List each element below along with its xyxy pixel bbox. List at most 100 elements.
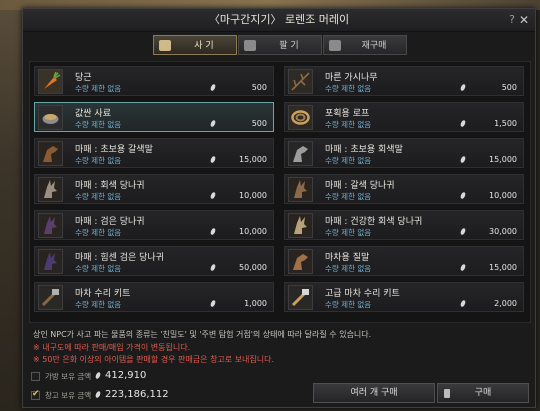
item-name: 고급 마차 수리 키트 bbox=[325, 289, 400, 299]
rope-icon bbox=[288, 105, 313, 130]
shop-window: 〈마구간지기〉 로렌조 머레이 ? ✕ 사 기 팔 기 재구매 당근 수량 제한 … bbox=[22, 8, 536, 408]
shop-tabs: 사 기 팔 기 재구매 bbox=[23, 35, 535, 59]
silver-coin-icon bbox=[459, 119, 467, 128]
item-limit: 수량 제한 없음 bbox=[75, 120, 122, 129]
item-limit: 수량 제한 없음 bbox=[75, 300, 122, 309]
window-titlebar[interactable]: 〈마구간지기〉 로렌조 머레이 ? ✕ bbox=[23, 9, 535, 32]
shop-item[interactable]: 마패 : 회색 당나귀 수량 제한 없음 10,000 bbox=[34, 174, 274, 204]
item-price: 500 bbox=[251, 119, 267, 128]
gray-donkey-icon bbox=[38, 177, 63, 202]
item-limit: 수량 제한 없음 bbox=[325, 300, 372, 309]
brown-donkey-icon bbox=[288, 177, 313, 202]
item-name: 마차용 질말 bbox=[325, 253, 370, 263]
item-price: 1,000 bbox=[244, 299, 267, 308]
shop-item[interactable]: 포획용 로프 수량 제한 없음 1,500 bbox=[284, 102, 524, 132]
buy-label: 구매 bbox=[474, 388, 492, 398]
window-title: 〈마구간지기〉 로렌조 머레이 bbox=[208, 13, 350, 26]
shop-item[interactable]: 마패 : 초보용 갈색말 수량 제한 없음 15,000 bbox=[34, 138, 274, 168]
warehouse-balance-label: 창고 보유 금액 bbox=[45, 391, 92, 400]
info-warning-durability: ※ 내구도에 따라 판매/매입 가격이 변동됩니다. bbox=[33, 343, 191, 352]
silver-coin-icon bbox=[209, 191, 217, 200]
warehouse-balance-amount: 223,186,112 bbox=[105, 389, 169, 400]
warehouse-balance-checkbox[interactable] bbox=[31, 389, 40, 400]
shop-item[interactable]: 당근 수량 제한 없음 500 bbox=[34, 66, 274, 96]
silver-coin-icon bbox=[209, 299, 217, 308]
tab-rebuy[interactable]: 재구매 bbox=[323, 35, 407, 55]
strong-black-donkey-icon bbox=[38, 249, 63, 274]
silver-coin-icon bbox=[209, 227, 217, 236]
item-price: 15,000 bbox=[489, 263, 517, 272]
item-price: 10,000 bbox=[239, 191, 267, 200]
shop-item[interactable]: 마패 : 건강한 회색 당나귀 수량 제한 없음 30,000 bbox=[284, 210, 524, 240]
item-name: 마패 : 검은 당나귀 bbox=[75, 217, 145, 227]
item-limit: 수량 제한 없음 bbox=[325, 156, 372, 165]
item-name: 마패 : 힘센 검은 당나귀 bbox=[75, 253, 164, 263]
close-icon[interactable]: ✕ bbox=[519, 9, 529, 31]
item-name: 마패 : 초보용 갈색말 bbox=[75, 145, 153, 155]
info-warning-warehouse: ※ 50만 은화 이상의 아이템을 판매할 경우 판매금은 창고로 보내집니다. bbox=[33, 355, 275, 364]
shop-item[interactable]: 마패 : 갈색 당나귀 수량 제한 없음 10,000 bbox=[284, 174, 524, 204]
silver-coin-icon bbox=[459, 155, 467, 164]
help-icon[interactable]: ? bbox=[509, 9, 515, 31]
item-price: 15,000 bbox=[239, 155, 267, 164]
tab-rebuy-label: 재구매 bbox=[361, 41, 387, 51]
wagon-horse-icon bbox=[288, 249, 313, 274]
shop-item[interactable]: 마패 : 힘센 검은 당나귀 수량 제한 없음 50,000 bbox=[34, 246, 274, 276]
tab-sell[interactable]: 팔 기 bbox=[238, 35, 322, 55]
rebuy-tab-icon bbox=[329, 40, 341, 51]
item-limit: 수량 제한 없음 bbox=[75, 156, 122, 165]
item-name: 당근 bbox=[75, 73, 92, 83]
sell-tab-icon bbox=[244, 40, 256, 51]
shop-item[interactable]: 마패 : 초보용 회색말 수량 제한 없음 15,000 bbox=[284, 138, 524, 168]
shop-item[interactable]: 마차용 질말 수량 제한 없음 15,000 bbox=[284, 246, 524, 276]
thorn-branch-icon bbox=[288, 69, 313, 94]
item-price: 10,000 bbox=[239, 227, 267, 236]
shop-item[interactable]: 마른 가시나무 수량 제한 없음 500 bbox=[284, 66, 524, 96]
shop-item[interactable]: 값싼 사료 수량 제한 없음 500 bbox=[34, 102, 274, 132]
item-limit: 수량 제한 없음 bbox=[325, 120, 372, 129]
tab-buy-label: 사 기 bbox=[194, 41, 214, 51]
buy-button[interactable]: 구매 bbox=[437, 383, 529, 403]
info-panel: 상인 NPC가 사고 파는 물품의 종류는 '친밀도' 및 '주변 탐험 거점'… bbox=[29, 327, 529, 367]
silver-coin-icon bbox=[459, 191, 467, 200]
buy-icon bbox=[444, 389, 450, 398]
item-name: 마패 : 회색 당나귀 bbox=[75, 181, 145, 191]
item-price: 500 bbox=[251, 83, 267, 92]
item-price: 1,500 bbox=[494, 119, 517, 128]
bag-balance-label: 가방 보유 금액 bbox=[45, 372, 92, 381]
carrot-icon bbox=[38, 69, 63, 94]
item-name: 마패 : 건강한 회색 당나귀 bbox=[325, 217, 423, 227]
silver-coin-icon bbox=[209, 155, 217, 164]
gray-horse-icon bbox=[288, 141, 313, 166]
black-donkey-icon bbox=[38, 213, 63, 238]
item-name: 마패 : 갈색 당나귀 bbox=[325, 181, 395, 191]
silver-coin-icon bbox=[459, 83, 467, 92]
bag-balance-checkbox[interactable] bbox=[31, 372, 40, 381]
shop-item[interactable]: 마차 수리 키트 수량 제한 없음 1,000 bbox=[34, 282, 274, 312]
item-limit: 수량 제한 없음 bbox=[325, 264, 372, 273]
item-limit: 수량 제한 없음 bbox=[75, 228, 122, 237]
silver-coin-icon bbox=[94, 390, 102, 399]
multi-buy-button[interactable]: 여러 개 구매 bbox=[313, 383, 435, 403]
feed-bowl-icon bbox=[38, 105, 63, 130]
item-price: 50,000 bbox=[239, 263, 267, 272]
item-limit: 수량 제한 없음 bbox=[325, 192, 372, 201]
healthy-gray-donkey-icon bbox=[288, 213, 313, 238]
premium-repair-kit-icon bbox=[288, 285, 313, 310]
item-name: 마패 : 초보용 회색말 bbox=[325, 145, 403, 155]
item-price: 2,000 bbox=[494, 299, 517, 308]
item-limit: 수량 제한 없음 bbox=[325, 84, 372, 93]
buy-tab-icon bbox=[159, 40, 171, 51]
item-name: 포획용 로프 bbox=[325, 109, 370, 119]
item-name: 마차 수리 키트 bbox=[75, 289, 131, 299]
silver-coin-icon bbox=[459, 263, 467, 272]
item-price: 15,000 bbox=[489, 155, 517, 164]
shop-item[interactable]: 마패 : 검은 당나귀 수량 제한 없음 10,000 bbox=[34, 210, 274, 240]
silver-coin-icon bbox=[209, 119, 217, 128]
silver-coin-icon bbox=[94, 371, 102, 380]
silver-coin-icon bbox=[209, 83, 217, 92]
tab-sell-label: 팔 기 bbox=[279, 41, 299, 51]
shop-item[interactable]: 고급 마차 수리 키트 수량 제한 없음 2,000 bbox=[284, 282, 524, 312]
tab-buy[interactable]: 사 기 bbox=[153, 35, 237, 55]
silver-coin-icon bbox=[459, 227, 467, 236]
